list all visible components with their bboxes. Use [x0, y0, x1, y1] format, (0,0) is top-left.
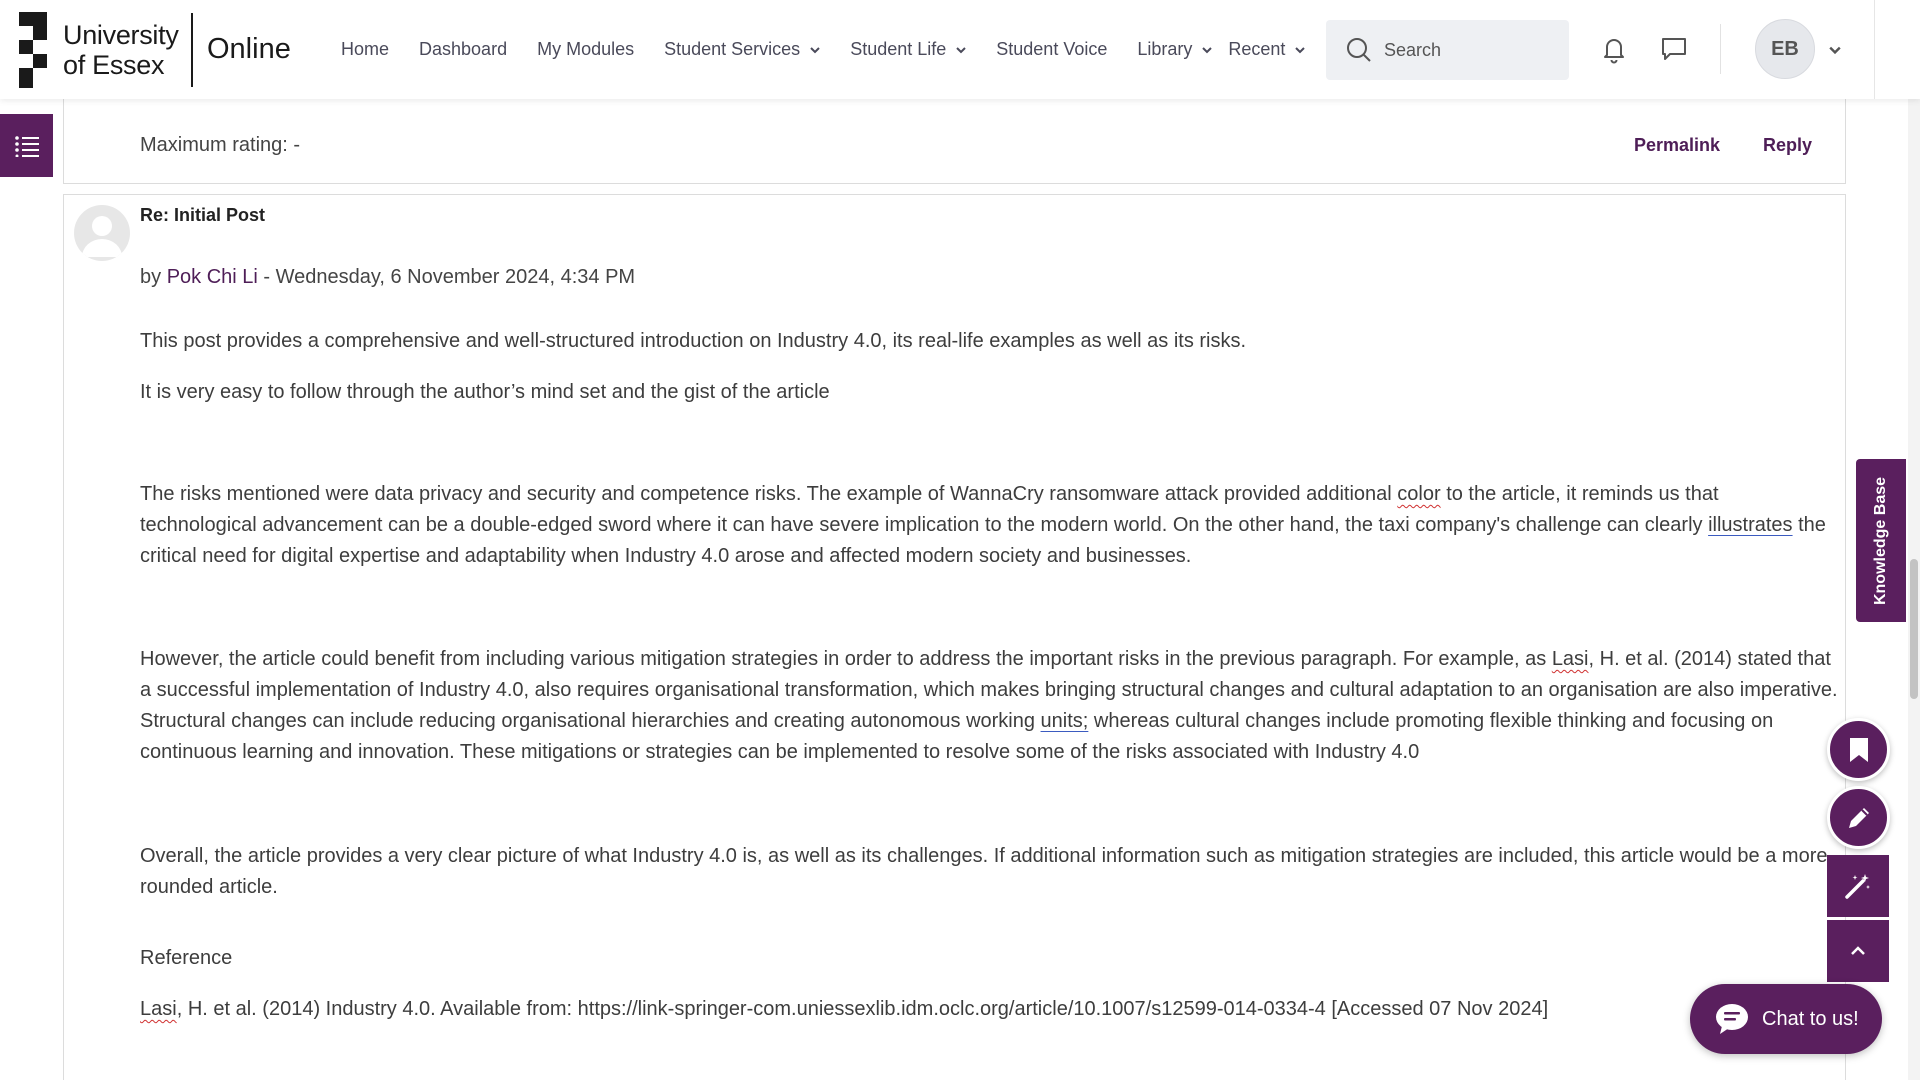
text-run: The risks mentioned were data privacy an… [140, 483, 1398, 505]
list-icon [14, 135, 39, 157]
nav-label: Library [1137, 39, 1193, 59]
logo-divider [191, 13, 193, 87]
chevron-up-icon [1851, 946, 1865, 955]
search-placeholder: Search [1384, 39, 1442, 60]
main-nav: Home Dashboard My Modules Student Servic… [341, 0, 1335, 99]
nav-dashboard[interactable]: Dashboard [419, 39, 507, 60]
post-paragraph: However, the article could benefit from … [140, 644, 1840, 768]
bookmark-icon [1849, 737, 1868, 762]
chevron-down-icon[interactable] [1829, 44, 1841, 56]
nav-library[interactable]: Library [1137, 39, 1213, 60]
search-box[interactable]: Search [1326, 20, 1569, 80]
nav-student-voice[interactable]: Student Voice [996, 39, 1107, 60]
author-avatar[interactable] [74, 205, 130, 261]
post-date: - Wednesday, 6 November 2024, 4:34 PM [257, 266, 636, 288]
nav-label: Home [341, 39, 390, 59]
chat-to-us-button[interactable]: Chat to us! [1690, 984, 1882, 1054]
nav-student-life[interactable]: Student Life [850, 39, 966, 60]
reference-heading: Reference [140, 947, 233, 969]
nav-label: Recent [1228, 39, 1286, 59]
chevron-down-icon [1295, 46, 1306, 53]
logo-text: University of Essex [63, 20, 179, 80]
post-paragraph: It is very easy to follow through the au… [140, 381, 830, 403]
magic-wand-icon [1845, 874, 1870, 899]
chat-label: Chat to us! [1762, 1007, 1859, 1030]
course-index-toggle[interactable] [0, 114, 53, 177]
nav-label: Student Services [664, 39, 801, 59]
edit-button[interactable] [1827, 786, 1890, 849]
top-navbar: University of Essex Online Home Dashboar… [0, 0, 1920, 99]
nav-label: Student Life [850, 39, 947, 59]
page-scrollbar[interactable] [1908, 99, 1920, 1080]
pencil-icon [1848, 807, 1869, 828]
post-paragraph: This post provides a comprehensive and w… [140, 330, 1247, 352]
knowledge-base-tab[interactable]: Knowledge Base [1856, 459, 1906, 622]
chat-bubble-icon [1716, 1004, 1748, 1034]
byline-prefix: by [140, 266, 167, 288]
scrollbar-thumb[interactable] [1910, 559, 1918, 699]
author-link[interactable]: Pok Chi Li [167, 266, 258, 288]
post-paragraph: The risks mentioned were data privacy an… [140, 479, 1840, 572]
nav-home[interactable]: Home [341, 39, 389, 60]
post-byline: by Pok Chi Li - Wednesday, 6 November 20… [140, 266, 635, 289]
spellcheck-word: Lasi [1551, 648, 1589, 670]
university-logo[interactable]: University of Essex [19, 11, 179, 89]
grammar-word: illustrates [1708, 514, 1793, 536]
message-icon[interactable] [1659, 34, 1689, 64]
spellcheck-word: Lasi [140, 998, 177, 1020]
spellcheck-word: color [1397, 483, 1441, 505]
header-separator [1720, 24, 1721, 74]
knowledge-base-label: Knowledge Base [1872, 476, 1889, 605]
logo-product-name: Online [207, 33, 291, 65]
chevron-down-icon [956, 46, 966, 53]
default-user-icon [82, 216, 122, 257]
bookmark-button[interactable] [1827, 718, 1890, 781]
nav-label: Student Voice [996, 39, 1108, 59]
user-avatar[interactable]: EB [1755, 19, 1815, 79]
permalink-link[interactable]: Permalink [1634, 135, 1720, 156]
ai-tools-button[interactable] [1827, 855, 1889, 917]
logo-line-1: University [63, 20, 179, 50]
reference-entry: Lasi, H. et al. (2014) Industry 4.0. Ava… [140, 994, 1840, 1025]
max-rating: Maximum rating: - [140, 134, 301, 156]
chevron-down-icon [810, 46, 820, 53]
chevron-down-icon [1202, 46, 1213, 53]
nav-label: My Modules [537, 39, 635, 59]
post-title: Re: Initial Post [140, 205, 266, 225]
reply-link[interactable]: Reply [1763, 135, 1812, 156]
nav-student-services[interactable]: Student Services [664, 39, 820, 60]
back-to-top-button[interactable] [1827, 920, 1889, 982]
bell-icon[interactable] [1599, 34, 1629, 64]
logo-line-2: of Essex [63, 50, 165, 80]
nav-my-modules[interactable]: My Modules [537, 39, 634, 60]
nav-label: Dashboard [419, 39, 508, 59]
logo-mark-icon [19, 12, 51, 88]
search-icon [1347, 38, 1371, 62]
text-run: , H. et al. (2014) Industry 4.0. Availab… [176, 998, 1549, 1020]
grammar-word: units; [1040, 710, 1089, 732]
post-paragraph: Overall, the article provides a very cle… [140, 845, 1828, 898]
forum-post: Re: Initial Post by Pok Chi Li - Wednesd… [63, 194, 1846, 1080]
header-separator [1874, 0, 1875, 99]
text-run: However, the article could benefit from … [140, 648, 1552, 670]
nav-recent[interactable]: Recent [1228, 39, 1306, 60]
